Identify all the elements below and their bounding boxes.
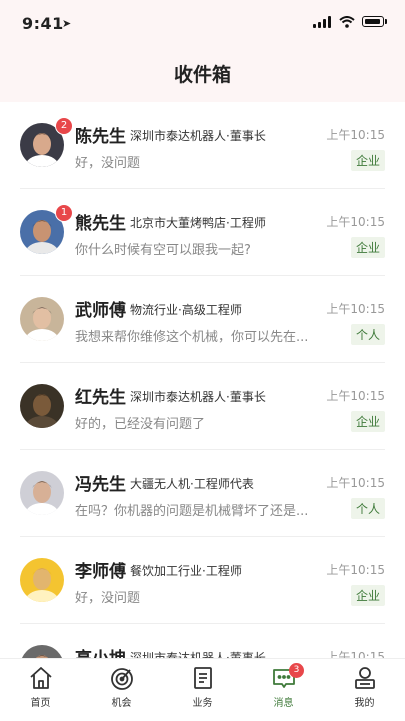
tab-message[interactable]: 3 消息 — [243, 663, 324, 709]
message-preview: 好的，已经没有问题了 — [75, 417, 206, 432]
contact-name: 武师傅 — [75, 301, 126, 321]
contact-name: 熊先生 — [75, 214, 126, 234]
contact-description: 物流行业·高级工程师 — [130, 303, 242, 317]
contact-name: 红先生 — [75, 388, 126, 408]
list-item[interactable]: 冯先生 大疆无人机·工程师代表在吗？你机器的问题是机械臂坏了还是... 上午10:1… — [0, 450, 405, 537]
contact-name: 陈先生 — [75, 127, 126, 147]
contact-name: 冯先生 — [75, 475, 126, 495]
contact-type-tag: 企业 — [350, 237, 385, 258]
message-icon — [243, 665, 324, 691]
tab-home[interactable]: 首页 — [0, 665, 81, 709]
top-bar: 9:41 ➤ 收件箱 — [0, 0, 405, 102]
contact-description: 深圳市泰达机器人·董事长 — [130, 390, 266, 404]
avatar — [20, 297, 64, 341]
tab-label: 机会 — [111, 698, 132, 709]
list-item[interactable]: 李师傅 餐饮加工行业·工程师好，没问题 上午10:15 企业 — [0, 537, 405, 624]
document-icon — [162, 665, 243, 691]
home-icon — [0, 665, 81, 691]
message-preview: 好，没问题 — [75, 591, 141, 606]
contact-type-tag: 企业 — [350, 585, 385, 606]
message-preview: 我想来帮你维修这个机械，你可以先在... — [75, 330, 309, 345]
contact-type-tag: 企业 — [350, 150, 385, 171]
avatar — [20, 384, 64, 428]
list-item[interactable]: 武师傅 物流行业·高级工程师我想来帮你维修这个机械，你可以先在... 上午10:15… — [0, 276, 405, 363]
profile-icon — [324, 665, 405, 691]
message-time: 上午10:15 — [326, 476, 385, 490]
contact-description: 北京市大董烤鸭店·工程师 — [130, 216, 266, 230]
avatar — [20, 471, 64, 515]
status-bar: 9:41 ➤ — [0, 0, 405, 48]
tab-badge: 3 — [289, 663, 304, 678]
tab-document[interactable]: 业务 — [162, 665, 243, 709]
tab-label: 我的 — [354, 698, 375, 709]
unread-badge: 2 — [55, 117, 73, 135]
list-item[interactable]: 高小坤深圳市泰达机器人·董事长 上午10:15 — [0, 624, 405, 658]
contact-type-tag: 企业 — [350, 411, 385, 432]
wifi-icon — [339, 16, 355, 28]
message-time: 上午10:15 — [326, 563, 385, 577]
tab-label: 消息 — [273, 698, 294, 709]
list-item[interactable]: 红先生 深圳市泰达机器人·董事长好的，已经没有问题了 上午10:15 企业 — [0, 363, 405, 450]
avatar — [20, 558, 64, 602]
signal-icon — [313, 16, 333, 28]
message-preview: 在吗？你机器的问题是机械臂坏了还是... — [75, 504, 309, 519]
list-item[interactable]: 1 熊先生 北京市大董烤鸭店·工程师你什么时候有空可以跟我一起? 上午10:15 企业 — [0, 189, 405, 276]
contact-description: 餐饮加工行业·工程师 — [130, 564, 242, 578]
message-preview: 好，没问题 — [75, 156, 141, 171]
list-item[interactable]: 2 陈先生 深圳市泰达机器人·董事长好，没问题 上午10:15 企业 — [0, 102, 405, 189]
message-time: 上午10:15 — [326, 302, 385, 316]
message-time: 上午10:15 — [326, 128, 385, 142]
contact-description: 大疆无人机·工程师代表 — [130, 477, 254, 491]
avatar — [20, 645, 64, 658]
contact-description: 深圳市泰达机器人·董事长 — [130, 651, 266, 658]
tab-label: 首页 — [30, 698, 51, 709]
message-time: 上午10:15 — [326, 650, 385, 658]
contact-description: 深圳市泰达机器人·董事长 — [130, 129, 266, 143]
message-preview: 你什么时候有空可以跟我一起? — [75, 243, 251, 258]
contact-name: 高小坤 — [75, 644, 126, 658]
target-icon — [81, 665, 162, 691]
tab-profile[interactable]: 我的 — [324, 665, 405, 709]
message-time: 上午10:15 — [326, 215, 385, 229]
location-arrow-icon: ➤ — [62, 17, 72, 30]
message-time: 上午10:15 — [326, 389, 385, 403]
contact-name: 李师傅 — [75, 562, 126, 582]
page-title: 收件箱 — [173, 64, 231, 86]
unread-badge: 1 — [55, 204, 73, 222]
tab-label: 业务 — [192, 698, 213, 709]
battery-icon — [362, 16, 384, 27]
tab-bar: 首页 机会 业务 3 消息 我的 — [0, 658, 405, 721]
contact-type-tag: 个人 — [350, 324, 385, 345]
status-time: 9:41 — [22, 14, 64, 33]
tab-target[interactable]: 机会 — [81, 665, 162, 709]
contact-type-tag: 个人 — [350, 498, 385, 519]
message-list[interactable]: 2 陈先生 深圳市泰达机器人·董事长 好，没问题 上午10:15 企业 1 熊先生 北京市大董烤… — [0, 102, 405, 658]
